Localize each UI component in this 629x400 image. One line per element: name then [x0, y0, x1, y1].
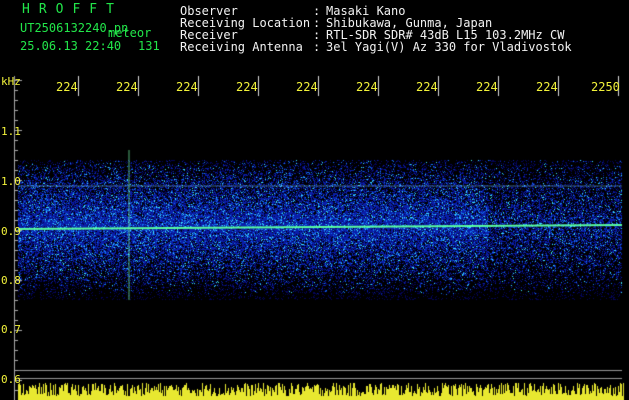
- mode-label: meteor: [108, 26, 152, 40]
- app-title: HROFFT: [22, 2, 123, 17]
- y-tick-label: 0.7: [1, 323, 21, 336]
- axis-unit: kHz: [1, 75, 21, 88]
- date-time: 25.06.13 22:40: [20, 39, 122, 53]
- y-tick-label: 0.8: [1, 274, 21, 287]
- event-count: 131: [138, 39, 160, 53]
- x-tick-label: 224: [356, 80, 378, 94]
- y-tick-label: 1.0: [1, 175, 21, 188]
- field-value-antenna: 3el Yagi(V) Az 330 for Vladivostok: [326, 40, 572, 54]
- waterfall-spectrogram: [0, 0, 629, 400]
- x-tick-label: 224: [56, 80, 78, 94]
- y-tick-label: 0.6: [1, 373, 21, 386]
- x-tick-label: 224: [176, 80, 198, 94]
- x-tick-label: 224: [536, 80, 558, 94]
- field-label-antenna: Receiving Antenna: [180, 40, 303, 54]
- field-sep: :: [313, 40, 321, 54]
- x-tick-label: 224: [116, 80, 138, 94]
- x-tick-label: 2250: [591, 80, 620, 94]
- x-tick-label: 224: [296, 80, 318, 94]
- x-tick-label: 224: [236, 80, 258, 94]
- y-tick-label: 1.1: [1, 125, 21, 138]
- x-tick-label: 224: [476, 80, 498, 94]
- x-tick-label: 224: [416, 80, 438, 94]
- y-tick-label: 0.9: [1, 225, 21, 238]
